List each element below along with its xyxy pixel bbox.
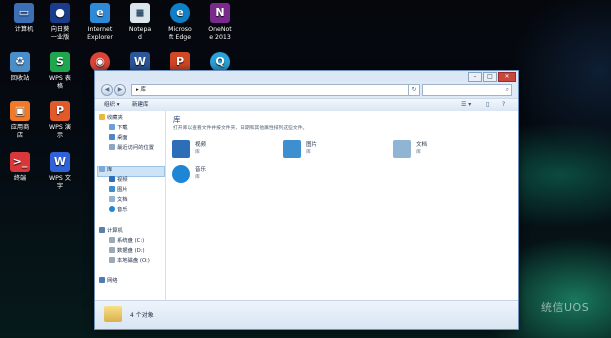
sidebar-item-desktop[interactable]: 桌面 [109,134,128,142]
sidebar-item-libraries[interactable]: 库 [99,166,112,174]
new-library-button[interactable]: 新建库 [132,99,149,111]
library-item-videos[interactable]: 视频 库 [172,138,242,160]
download-folder-icon [109,124,115,130]
computer-icon: ▭ [14,3,34,23]
command-bar: 组织 ▾ 新建库 ☰ ▾ ▯ ? [95,98,518,112]
wps-sheet-icon: S [50,52,70,72]
forward-button[interactable]: ▶ [114,84,126,96]
library-icon [99,166,105,172]
music-library-icon [172,165,190,183]
address-row: ◀ ▶ ▸ 库 ↻ ⌕ [95,81,518,98]
pictures-icon [109,186,115,192]
notepad-icon: ≡ [130,3,150,23]
search-input[interactable]: ⌕ [422,84,512,96]
drive-icon [109,257,115,263]
library-item-pictures[interactable]: 图片 库 [283,138,353,160]
sunflower-icon: ● [50,3,70,23]
drive-icon [109,247,115,253]
sidebar-item-favorites[interactable]: 收藏夹 [99,114,123,122]
pictures-library-icon [283,140,301,158]
desktop-icon-onenote[interactable]: N OneNot e 2013 [196,3,244,42]
powerpoint-icon: P [170,52,190,72]
sidebar-item-videos[interactable]: 视频 [109,176,128,184]
sidebar-item-recent[interactable]: 最近访问的位置 [109,144,154,152]
status-bar: 4 个对象 [95,300,518,329]
word-icon: W [130,52,150,72]
os-watermark: 统信UOS [541,301,590,314]
sidebar-item-music[interactable]: 音乐 [109,206,128,214]
app-store-icon: ▣ [10,101,30,121]
documents-icon [109,196,115,202]
search-icon: ⌕ [505,86,509,93]
ie-icon: e [90,3,110,23]
preview-pane-icon[interactable]: ▯ [486,101,489,109]
sidebar-item-computer[interactable]: 计算机 [99,227,123,235]
drive-icon [109,237,115,243]
sidebar-item-network[interactable]: 网络 [99,277,118,285]
address-bar[interactable]: ▸ 库 [131,84,410,96]
computer-icon [99,227,105,233]
videos-library-icon [172,140,190,158]
navigation-pane: 收藏夹 下载 桌面 最近访问的位置 库 视频 图片 文档 音乐 计算机 系统盘 … [95,111,166,300]
sidebar-item-drive-o[interactable]: 本地磁盘 (O:) [109,257,150,265]
star-icon [99,114,105,120]
wps-present-icon: P [50,101,70,121]
desktop-folder-icon [109,134,115,140]
recycle-bin-icon: ♻ [10,52,30,72]
title-bar[interactable]: – □ ✕ [95,71,518,82]
refresh-button[interactable]: ↻ [408,84,420,96]
music-icon [109,206,115,212]
edge-icon: e [170,3,190,23]
chrome-icon: ◉ [90,52,110,72]
sidebar-item-downloads[interactable]: 下载 [109,124,128,132]
library-status-icon [104,306,122,322]
network-icon [99,277,105,283]
status-text: 4 个对象 [130,312,154,319]
search-app-icon: Q [210,52,230,72]
content-pane: 库 打开库以查看文件并按文件夹、日期和其他属性排列这些文件。 视频 库 图片 库… [166,111,518,300]
onenote-icon: N [210,3,230,23]
wps-writer-icon: W [50,152,70,172]
back-button[interactable]: ◀ [101,84,113,96]
page-description: 打开库以查看文件并按文件夹、日期和其他属性排列这些文件。 [173,126,308,131]
sidebar-item-documents[interactable]: 文档 [109,196,128,204]
terminal-icon: >_ [10,152,30,172]
recent-places-icon [109,144,115,150]
library-item-music[interactable]: 音乐 库 [172,163,242,185]
address-text: 库 [140,87,147,93]
library-item-documents[interactable]: 文档 库 [393,138,463,160]
documents-library-icon [393,140,411,158]
sidebar-item-pictures[interactable]: 图片 [109,186,128,194]
videos-icon [109,176,115,182]
help-icon[interactable]: ? [502,101,505,109]
explorer-window: – □ ✕ ◀ ▶ ▸ 库 ↻ ⌕ 组织 ▾ 新建库 ☰ ▾ ▯ ? 收藏夹 下… [94,70,519,330]
sidebar-item-drive-d[interactable]: 数据盘 (D:) [109,247,145,255]
desktop-icon-wps-present[interactable]: P WPS 演 示 [36,101,84,140]
view-options-icon[interactable]: ☰ ▾ [461,101,471,109]
organize-menu[interactable]: 组织 ▾ [104,99,120,111]
desktop-icon-wps-writer[interactable]: W WPS 文 字 [36,152,84,191]
sidebar-item-drive-c[interactable]: 系统盘 (C:) [109,237,144,245]
